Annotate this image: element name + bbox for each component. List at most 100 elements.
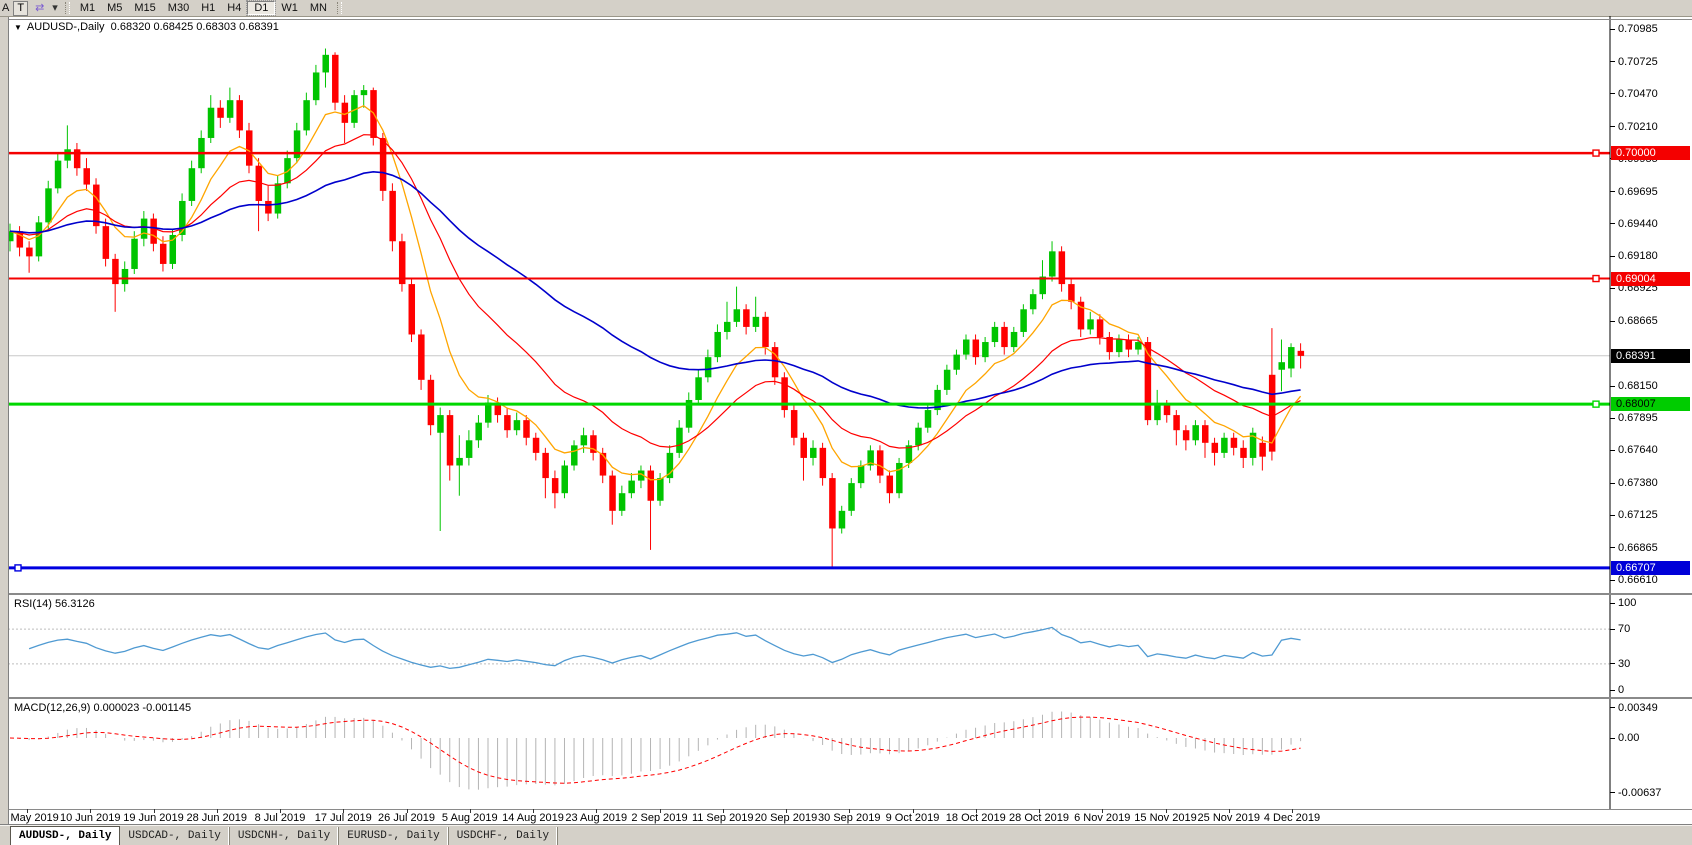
candle-body xyxy=(93,185,100,227)
candle-body xyxy=(1259,443,1266,457)
axis-tick-mark xyxy=(1610,418,1615,419)
axis-tick-mark xyxy=(1610,603,1615,604)
date-axis-label: 9 Oct 2019 xyxy=(886,812,940,824)
date-axis[interactable]: 31 May 201910 Jun 201919 Jun 201928 Jun … xyxy=(0,810,1692,824)
price-axis-tick: 0.66610 xyxy=(1618,574,1658,586)
candle-body xyxy=(1135,342,1142,350)
rsi-axis-tick: 30 xyxy=(1618,658,1630,670)
chart-tab-usdcnh[interactable]: USDCNH-, Daily xyxy=(230,827,339,845)
price-axis-tick: 0.67125 xyxy=(1618,509,1658,521)
price-axis-tick: 0.70985 xyxy=(1618,23,1658,35)
chart-canvas[interactable] xyxy=(0,0,1692,845)
candle-body xyxy=(714,332,721,357)
rsi-indicator-label: RSI(14) 56.3126 xyxy=(14,598,95,610)
candle-body xyxy=(83,168,90,184)
candle-body xyxy=(533,438,540,453)
axis-tick-mark xyxy=(1610,256,1615,257)
candle-body xyxy=(839,511,846,529)
symbol-name: AUDUSD-,Daily xyxy=(27,21,105,33)
candle-body xyxy=(313,72,320,100)
axis-tick-mark xyxy=(1610,483,1615,484)
axis-tick-mark xyxy=(1610,93,1615,94)
candle-body xyxy=(112,259,119,284)
candle-body xyxy=(303,100,310,130)
date-axis-label: 5 Aug 2019 xyxy=(442,812,498,824)
date-axis-label: 14 Aug 2019 xyxy=(502,812,564,824)
axis-tick-mark xyxy=(1610,61,1615,62)
candle-body xyxy=(848,483,855,511)
candle-body xyxy=(1087,319,1094,329)
axis-tick-mark xyxy=(1610,792,1615,793)
ohlc-readout: 0.68320 0.68425 0.68303 0.68391 xyxy=(111,21,279,33)
candle-body xyxy=(150,219,157,244)
candle-body xyxy=(820,448,827,478)
candle-body xyxy=(810,448,817,458)
candle-body xyxy=(55,161,62,189)
axis-tick-mark xyxy=(1610,580,1615,581)
candle-body xyxy=(963,340,970,355)
macd-indicator-label: MACD(12,26,9) 0.000023 -0.001145 xyxy=(14,702,191,714)
chart-tab-eurusd[interactable]: EURUSD-, Daily xyxy=(339,827,448,845)
chart-tab-usdchf[interactable]: USDCHF-, Daily xyxy=(449,827,558,845)
candle-body xyxy=(103,226,110,259)
candle-body xyxy=(657,478,664,501)
axis-tick-mark xyxy=(1610,321,1615,322)
chart-tab-audusd[interactable]: AUDUSD-, Daily xyxy=(10,826,120,845)
price-level-label: 0.68391 xyxy=(1611,349,1690,363)
candle-body xyxy=(1278,362,1285,370)
candle-body xyxy=(676,428,683,453)
price-axis-tick: 0.70470 xyxy=(1618,88,1658,100)
candle-body xyxy=(1231,438,1238,448)
candle-body xyxy=(695,377,702,400)
rsi-axis-tick: 100 xyxy=(1618,597,1636,609)
date-axis-label: 10 Jun 2019 xyxy=(60,812,121,824)
candle-body xyxy=(1240,448,1247,458)
axis-tick-mark xyxy=(1610,690,1615,691)
line-drag-handle[interactable] xyxy=(1593,401,1599,407)
candle-body xyxy=(36,222,43,256)
symbol-dropdown-icon[interactable]: ▼ xyxy=(14,23,22,32)
price-level-label: 0.69004 xyxy=(1611,272,1690,286)
candle-body xyxy=(1183,430,1190,440)
date-axis-label: 19 Jun 2019 xyxy=(123,812,184,824)
candle-body xyxy=(1269,375,1276,452)
candle-body xyxy=(380,138,387,191)
candle-body xyxy=(877,450,884,475)
candle-body xyxy=(236,100,243,130)
date-axis-label: 17 Jul 2019 xyxy=(315,812,372,824)
line-drag-handle[interactable] xyxy=(1593,276,1599,282)
candle-body xyxy=(1030,294,1037,309)
candle-body xyxy=(389,191,396,241)
mt4-terminal: { "toolbar": { "left_icon_a": "A", "left… xyxy=(0,0,1692,845)
candle-body xyxy=(504,415,511,430)
candle-body xyxy=(915,428,922,446)
candle-body xyxy=(552,478,559,493)
candle-body xyxy=(475,423,482,441)
macd-panel xyxy=(8,699,1692,809)
candle-body xyxy=(542,453,549,478)
candle-body xyxy=(973,340,980,358)
candle-body xyxy=(1192,425,1199,440)
macd-axis-tick: 0.00349 xyxy=(1618,702,1658,714)
candle-body xyxy=(743,309,750,327)
candle-body xyxy=(447,415,454,465)
candle-body xyxy=(1288,347,1295,368)
price-axis-tick: 0.70725 xyxy=(1618,56,1658,68)
candle-body xyxy=(275,183,282,213)
candle-body xyxy=(1126,340,1133,350)
chart-tab-usdcad[interactable]: USDCAD-, Daily xyxy=(120,827,229,845)
price-axis-tick: 0.69440 xyxy=(1618,218,1658,230)
candle-body xyxy=(1221,438,1228,453)
line-drag-handle[interactable] xyxy=(1593,150,1599,156)
candle-body xyxy=(418,334,425,379)
candle-body xyxy=(829,478,836,528)
axis-tick-mark xyxy=(1610,386,1615,387)
candle-body xyxy=(734,309,741,322)
candle-body xyxy=(1154,405,1161,420)
line-drag-handle[interactable] xyxy=(15,565,21,571)
candle-body xyxy=(1173,415,1180,430)
price-axis-tick: 0.67640 xyxy=(1618,444,1658,456)
axis-tick-mark xyxy=(1610,663,1615,664)
candle-body xyxy=(581,435,588,445)
candle-body xyxy=(1011,332,1018,347)
